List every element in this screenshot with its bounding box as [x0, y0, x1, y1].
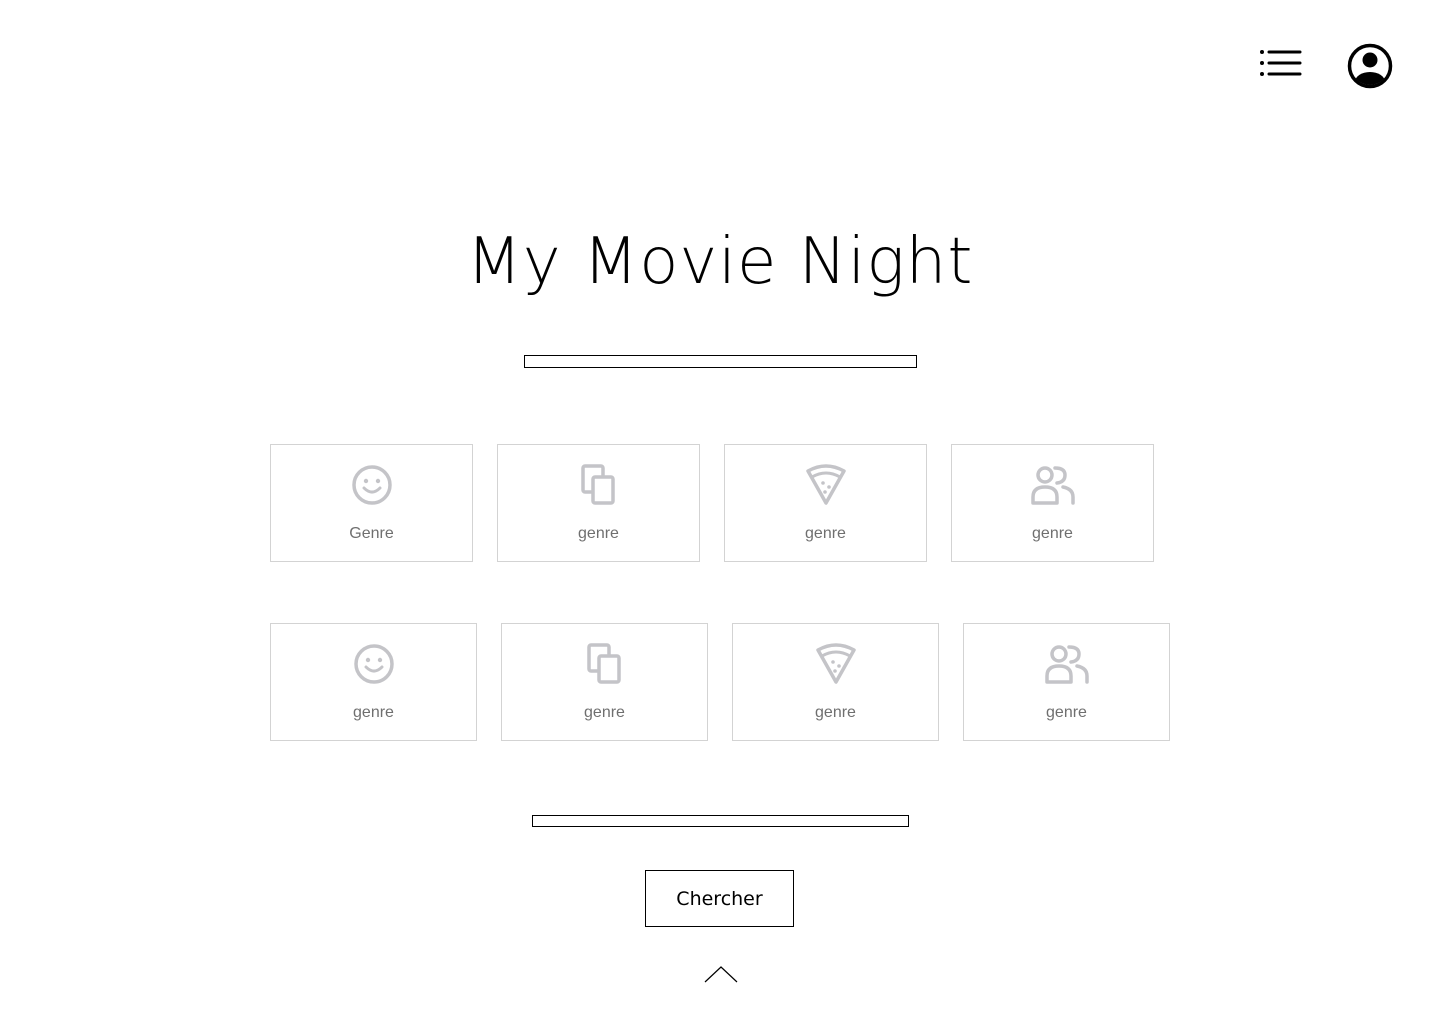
list-menu-icon[interactable]: [1256, 46, 1304, 82]
search-input[interactable]: [524, 355, 917, 368]
copy-icon: [580, 464, 615, 505]
smiley-icon: [351, 465, 392, 505]
genre-label: genre: [1032, 525, 1073, 542]
genre-card[interactable]: Genre: [270, 444, 473, 562]
genre-label: genre: [815, 704, 856, 721]
users-icon: [1044, 645, 1089, 684]
copy-icon: [586, 643, 621, 684]
page: My Movie Night Genre genre genre genre g…: [0, 0, 1440, 1024]
smiley-icon: [353, 644, 394, 684]
pizza-icon: [815, 643, 856, 684]
user-circle-icon[interactable]: [1346, 42, 1394, 90]
chevron-up-icon[interactable]: [703, 962, 739, 984]
genre-label: genre: [584, 704, 625, 721]
search-button[interactable]: Chercher: [645, 870, 794, 927]
secondary-input[interactable]: [532, 815, 909, 827]
genre-card[interactable]: genre: [501, 623, 708, 741]
pizza-icon: [805, 464, 846, 505]
genre-label: genre: [805, 525, 846, 542]
genre-label: Genre: [349, 525, 394, 542]
genre-card[interactable]: genre: [732, 623, 939, 741]
genre-card[interactable]: genre: [951, 444, 1154, 562]
genre-card[interactable]: genre: [724, 444, 927, 562]
genre-label: genre: [353, 704, 394, 721]
page-title: My Movie Night: [466, 225, 974, 299]
genre-card[interactable]: genre: [497, 444, 700, 562]
genre-label: genre: [1046, 704, 1087, 721]
genre-label: genre: [578, 525, 619, 542]
genre-card[interactable]: genre: [963, 623, 1170, 741]
users-icon: [1030, 466, 1075, 505]
genre-card[interactable]: genre: [270, 623, 477, 741]
